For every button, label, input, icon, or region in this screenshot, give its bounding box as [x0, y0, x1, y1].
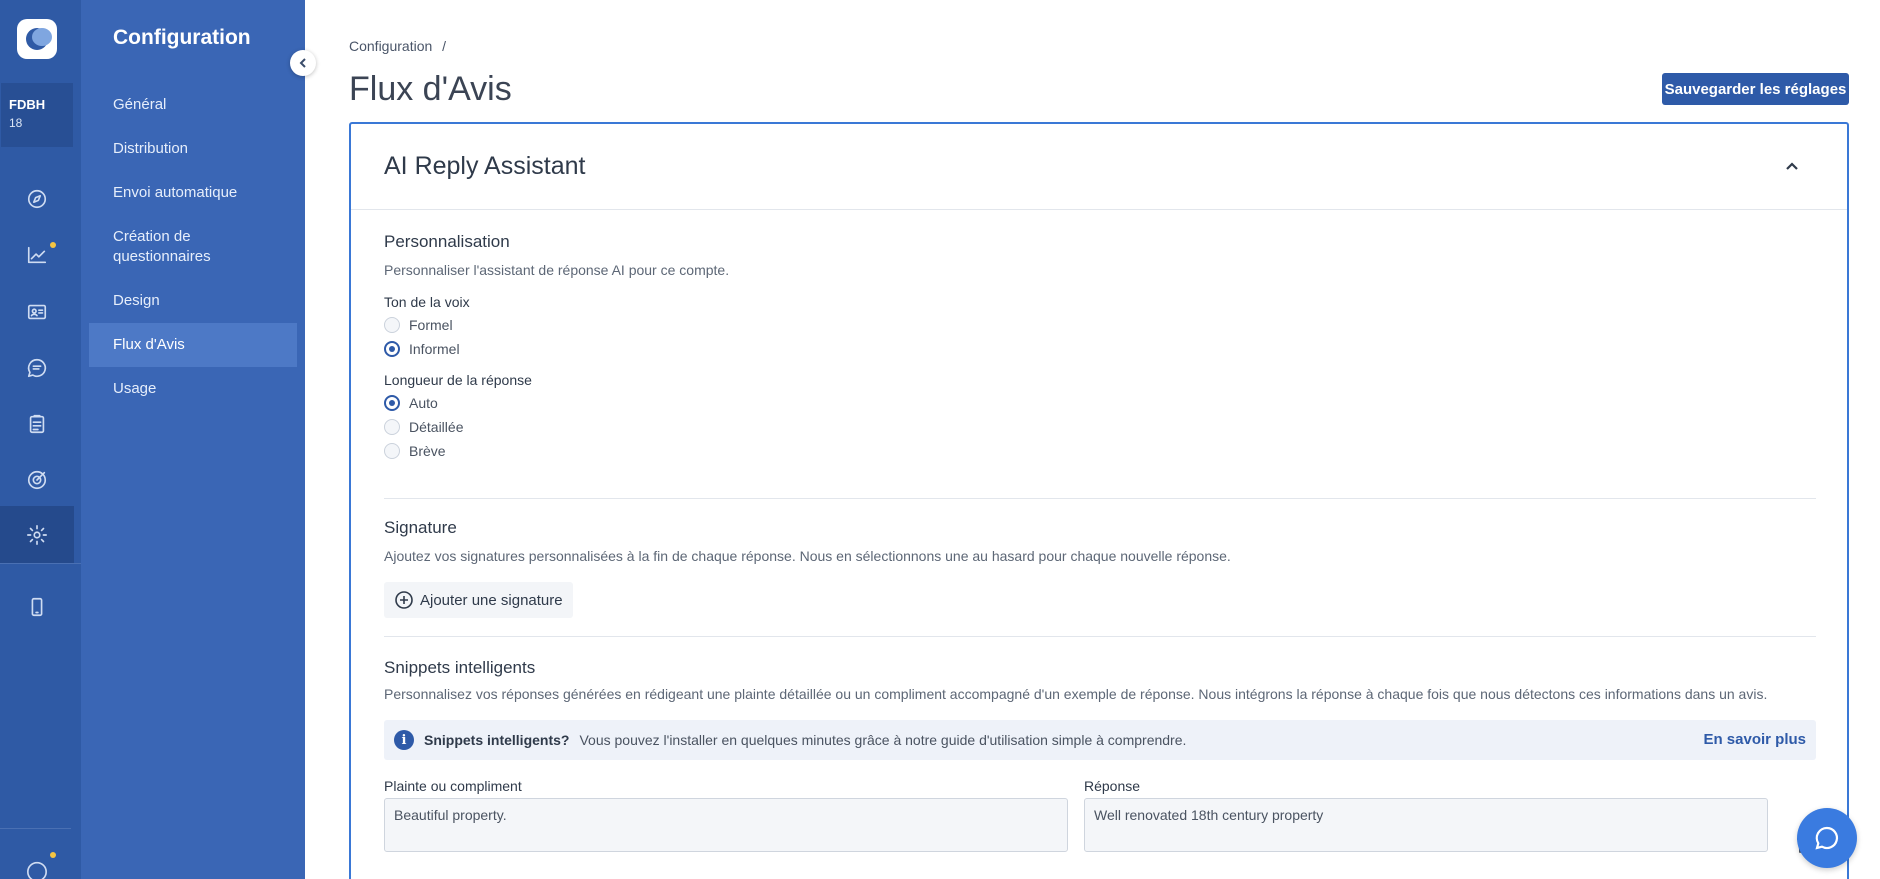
card-title: AI Reply Assistant	[384, 152, 586, 180]
ai-reply-assistant-card: AI Reply Assistant Personnalisation Pers…	[349, 122, 1849, 879]
card-header[interactable]: AI Reply Assistant	[351, 124, 1847, 210]
radio-label: Formel	[409, 317, 453, 333]
config-sidebar: Configuration Général Distribution Envoi…	[81, 0, 305, 879]
mobile-icon[interactable]	[0, 587, 74, 627]
radio-label: Détaillée	[409, 419, 464, 435]
target-icon[interactable]	[0, 460, 74, 500]
breadcrumb-separator: /	[442, 38, 447, 54]
info-icon: i	[394, 730, 414, 750]
personalisation-section: Personnalisation Personnaliser l'assista…	[384, 232, 1816, 460]
chevron-left-icon	[299, 58, 306, 68]
sidebar-item-usage[interactable]: Usage	[89, 379, 297, 399]
length-option-auto[interactable]: Auto	[384, 394, 1816, 412]
save-settings-button[interactable]: Sauvegarder les réglages	[1662, 73, 1849, 105]
sidebar-item-envoi-automatique[interactable]: Envoi automatique	[89, 183, 297, 203]
chat-icon[interactable]	[0, 348, 74, 388]
sidebar-item-creation-questionnaires[interactable]: Création de questionnaires	[89, 227, 269, 267]
icon-rail: FDBH 18	[0, 0, 81, 879]
contact-card-icon[interactable]	[0, 292, 74, 332]
chat-bubble-icon	[1815, 826, 1839, 850]
section-divider	[384, 498, 1816, 499]
complaint-input[interactable]: Beautiful property.	[384, 798, 1068, 852]
account-number: 18	[9, 116, 23, 130]
radio-label: Informel	[409, 341, 460, 357]
snippets-info-banner: i Snippets intelligents? Vous pouvez l'i…	[384, 720, 1816, 760]
page-title: Flux d'Avis	[349, 70, 512, 108]
section-divider	[384, 636, 1816, 637]
gear-icon[interactable]	[0, 506, 74, 564]
chevron-up-icon[interactable]	[1785, 160, 1799, 174]
length-label: Longueur de la réponse	[384, 372, 532, 388]
tone-label: Ton de la voix	[384, 294, 470, 310]
plus-circle-icon	[395, 591, 413, 609]
compass-icon[interactable]	[0, 179, 74, 219]
account-name: FDBH	[9, 97, 46, 112]
snippets-desc: Personnalisez vos réponses générées en r…	[384, 686, 1768, 702]
sidebar-item-flux-avis[interactable]: Flux d'Avis	[89, 323, 297, 367]
logo-ring-icon[interactable]	[0, 850, 74, 879]
radio-button[interactable]	[384, 443, 400, 459]
response-input[interactable]: Well renovated 18th century property	[1084, 798, 1768, 852]
breadcrumb-root[interactable]: Configuration	[349, 38, 432, 54]
snippet-row: Beautiful property. Well renovated 18th …	[384, 798, 1816, 852]
breadcrumb: Configuration /	[349, 38, 446, 54]
length-option-detaillee[interactable]: Détaillée	[384, 418, 1816, 436]
personalisation-title: Personnalisation	[384, 232, 510, 251]
signature-desc: Ajoutez vos signatures personnalisées à …	[384, 548, 1231, 564]
snippets-title: Snippets intelligents	[384, 658, 536, 677]
sidebar-item-general[interactable]: Général	[89, 95, 297, 115]
account-switcher[interactable]: FDBH 18	[1, 83, 73, 147]
add-signature-label: Ajouter une signature	[420, 591, 563, 609]
signature-title: Signature	[384, 518, 457, 537]
learn-more-link[interactable]: En savoir plus	[1703, 731, 1806, 748]
notification-dot	[50, 242, 56, 248]
complaint-column-label: Plainte ou compliment	[384, 778, 522, 794]
info-banner-text: Vous pouvez l'installer en quelques minu…	[579, 732, 1187, 748]
clipboard-icon[interactable]	[0, 404, 74, 444]
tone-option-formel[interactable]: Formel	[384, 316, 1816, 334]
notification-dot-bottom	[50, 852, 56, 858]
signature-section: Signature Ajoutez vos signatures personn…	[384, 518, 1816, 618]
add-signature-button[interactable]: Ajouter une signature	[384, 582, 573, 618]
collapse-sidebar-button[interactable]	[290, 50, 316, 76]
personalisation-desc: Personnaliser l'assistant de réponse AI …	[384, 262, 730, 278]
radio-button-checked[interactable]	[384, 341, 400, 357]
radio-label: Auto	[409, 395, 438, 411]
rail-divider-bottom	[0, 828, 71, 829]
app-logo[interactable]	[17, 19, 57, 59]
trending-chart-icon[interactable]	[0, 235, 74, 275]
sidebar-title: Configuration	[113, 26, 251, 49]
radio-button-checked[interactable]	[384, 395, 400, 411]
info-banner-title: Snippets intelligents?	[424, 732, 570, 748]
sidebar-item-design[interactable]: Design	[89, 291, 297, 311]
rail-divider	[0, 563, 81, 564]
length-option-breve[interactable]: Brève	[384, 442, 1816, 460]
snippet-column-headers: Plainte ou compliment Réponse	[384, 778, 1816, 794]
support-chat-button[interactable]	[1797, 808, 1857, 868]
radio-button[interactable]	[384, 317, 400, 333]
snippets-section: Snippets intelligents Personnalisez vos …	[384, 658, 1816, 852]
sidebar-item-distribution[interactable]: Distribution	[89, 139, 297, 159]
radio-label: Brève	[409, 443, 446, 459]
tone-option-informel[interactable]: Informel	[384, 340, 1816, 358]
response-column-label: Réponse	[1084, 778, 1141, 794]
radio-button[interactable]	[384, 419, 400, 435]
